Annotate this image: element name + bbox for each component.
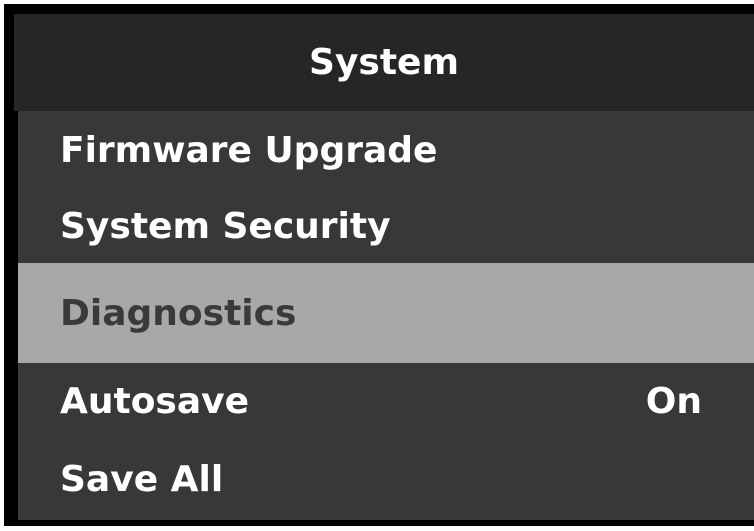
menu-item-firmware-upgrade[interactable]: Firmware Upgrade bbox=[18, 111, 754, 190]
menu-item-label: Firmware Upgrade bbox=[60, 130, 438, 171]
menu-item-label: Diagnostics bbox=[60, 292, 297, 334]
menu-item-label: System Security bbox=[60, 206, 391, 247]
menu-item-autosave[interactable]: Autosave On bbox=[18, 363, 754, 439]
menu-item-system-security[interactable]: System Security bbox=[18, 190, 754, 263]
menu-item-label: Autosave bbox=[60, 380, 250, 422]
menu-title-bar: System bbox=[14, 14, 754, 111]
menu-item-diagnostics[interactable]: Diagnostics bbox=[18, 263, 754, 363]
autosave-value: On bbox=[645, 380, 702, 422]
menu-item-save-all[interactable]: Save All bbox=[18, 439, 754, 520]
system-menu: Firmware Upgrade System Security Diagnos… bbox=[18, 111, 754, 520]
menu-title: System bbox=[309, 42, 459, 83]
menu-item-label: Save All bbox=[60, 459, 224, 500]
